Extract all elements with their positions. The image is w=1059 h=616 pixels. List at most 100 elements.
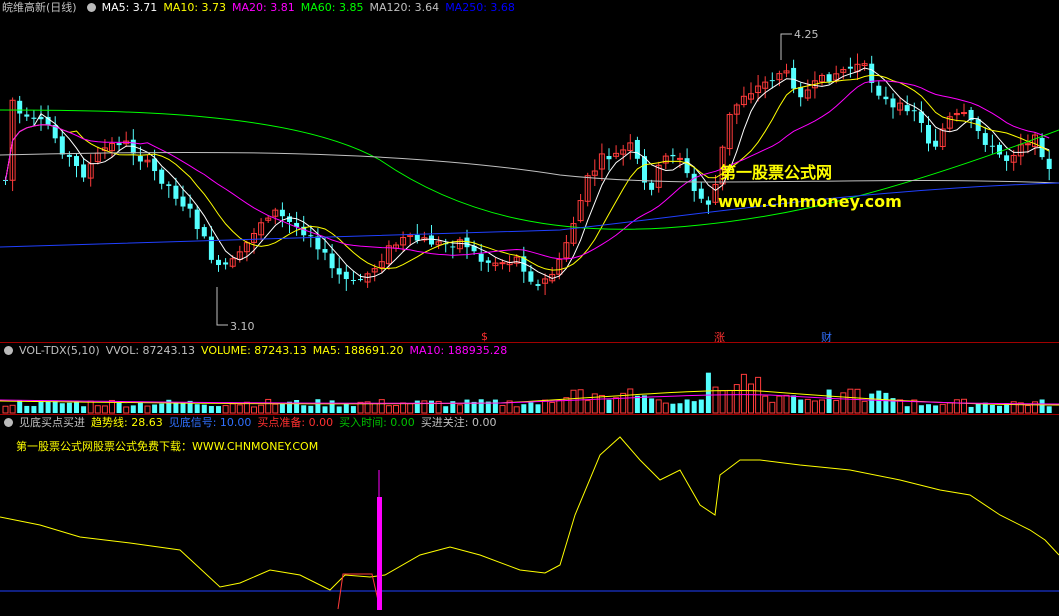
kline-candle — [74, 156, 79, 167]
kline-candle — [223, 262, 229, 265]
kline-chart[interactable] — [0, 0, 1059, 342]
volume-bar — [229, 403, 236, 414]
low-price-marker — [216, 287, 228, 326]
legend-item: 见底信号: 10.00 — [168, 416, 252, 429]
volume-bar — [933, 405, 939, 413]
kline-candle — [152, 158, 158, 172]
volume-bar — [876, 390, 882, 413]
kline-candle — [137, 156, 143, 162]
volume-bar — [904, 406, 910, 413]
volume-bar — [81, 406, 87, 413]
kline-candle — [329, 253, 335, 269]
volume-bar — [918, 405, 924, 413]
volume-legend: VOL-TDX(5,10) VVOL: 87243.13 VOLUME: 87243… — [19, 344, 513, 357]
volume-bar — [726, 389, 733, 414]
volume-panel[interactable]: VOL-TDX(5,10) VVOL: 87243.13 VOLUME: 87243… — [0, 343, 1059, 414]
legend-item: 买入时间: 0.00 — [339, 416, 415, 429]
kline-candle — [499, 262, 506, 265]
kline-candle — [429, 235, 434, 245]
volume-bar — [826, 389, 832, 413]
volume-bar — [173, 402, 179, 413]
volume-bar — [953, 399, 960, 414]
kline-candle — [180, 196, 186, 207]
volume-bar — [549, 401, 556, 414]
volume-bar — [926, 404, 931, 413]
legend-item: MA20: 3.81 — [232, 1, 295, 14]
volume-bar — [563, 397, 570, 414]
volume-bar — [499, 405, 506, 414]
kline-candle — [1046, 158, 1052, 169]
volume-bar — [137, 402, 143, 413]
volume-bar — [294, 400, 300, 413]
gear-icon[interactable] — [4, 346, 13, 355]
volume-bar — [570, 389, 577, 414]
volume-bar — [478, 399, 484, 413]
kline-candle — [308, 235, 314, 237]
volume-bar — [393, 405, 399, 414]
kline-candle — [201, 227, 207, 237]
volume-bar — [861, 400, 868, 414]
volume-bar — [854, 388, 861, 414]
kline-candle — [791, 67, 797, 89]
volume-bar — [94, 405, 101, 414]
trend-line — [0, 436, 1059, 591]
kline-candle — [287, 216, 292, 222]
kline-candle — [670, 154, 676, 157]
volume-bar — [443, 406, 449, 413]
kline-candle — [343, 271, 349, 280]
kline-candle — [1004, 155, 1010, 161]
volume-bar — [528, 402, 534, 413]
volume-bar — [662, 402, 669, 414]
kline-candle — [691, 173, 697, 192]
legend-item: 见底买点买进 — [19, 416, 85, 429]
kline-candle — [24, 114, 30, 117]
volume-bar — [819, 399, 825, 414]
volume-bar — [968, 406, 974, 413]
volume-bar — [101, 405, 108, 414]
bottom-signal-bar — [377, 497, 382, 610]
gear-icon[interactable] — [86, 3, 96, 12]
volume-bar — [634, 395, 640, 413]
kline-panel[interactable]: 皖维高新(日线) MA5: 3.71 MA10: 3.73 MA20: 3.81 MA6… — [0, 0, 1059, 344]
volume-bar — [833, 400, 840, 414]
kline-candle — [904, 105, 910, 112]
volume-bar — [123, 406, 130, 414]
volume-bar — [804, 398, 811, 414]
volume-bar — [840, 392, 847, 414]
legend-item: 趋势线: 28.63 — [91, 416, 163, 429]
kline-candle — [890, 98, 896, 108]
volume-bar — [684, 399, 690, 413]
kline-candle — [315, 236, 321, 250]
kline-candle — [535, 284, 541, 286]
kline-candle — [116, 143, 122, 146]
gear-icon[interactable] — [4, 418, 13, 427]
volume-bar — [740, 373, 747, 414]
kline-candle — [826, 74, 832, 82]
volume-bar — [407, 403, 414, 414]
volume-bar — [308, 405, 314, 413]
kline-candle — [216, 259, 221, 266]
volume-bar — [733, 384, 740, 414]
volume-bar — [87, 400, 94, 414]
volume-bar — [719, 390, 726, 414]
volume-bar — [783, 394, 790, 414]
ma60-line — [0, 109, 1059, 230]
kline-candle — [336, 268, 342, 275]
volume-bar — [677, 403, 683, 413]
kline-candle — [350, 279, 356, 281]
volume-bar — [52, 400, 58, 413]
volume-bar — [847, 388, 854, 414]
volume-bar — [251, 406, 257, 414]
indicator-note: 第一股票公式网股票公式免费下载：WWW.CHNMONEY.COM — [16, 440, 319, 453]
ma-legend: MA5: 3.71 MA10: 3.73 MA20: 3.81 MA60: 3.85 M… — [102, 1, 521, 14]
volume-bar — [66, 402, 72, 413]
legend-item: VOL-TDX(5,10) — [19, 344, 100, 357]
volume-bar — [670, 403, 676, 413]
high-price-label: 4.25 — [794, 28, 819, 41]
volume-bar — [769, 401, 776, 414]
volume-bar — [59, 403, 65, 413]
kline-candle — [81, 164, 87, 178]
volume-bar — [272, 403, 279, 414]
kline-candle — [798, 87, 804, 98]
legend-item: MA120: 3.64 — [369, 1, 440, 14]
